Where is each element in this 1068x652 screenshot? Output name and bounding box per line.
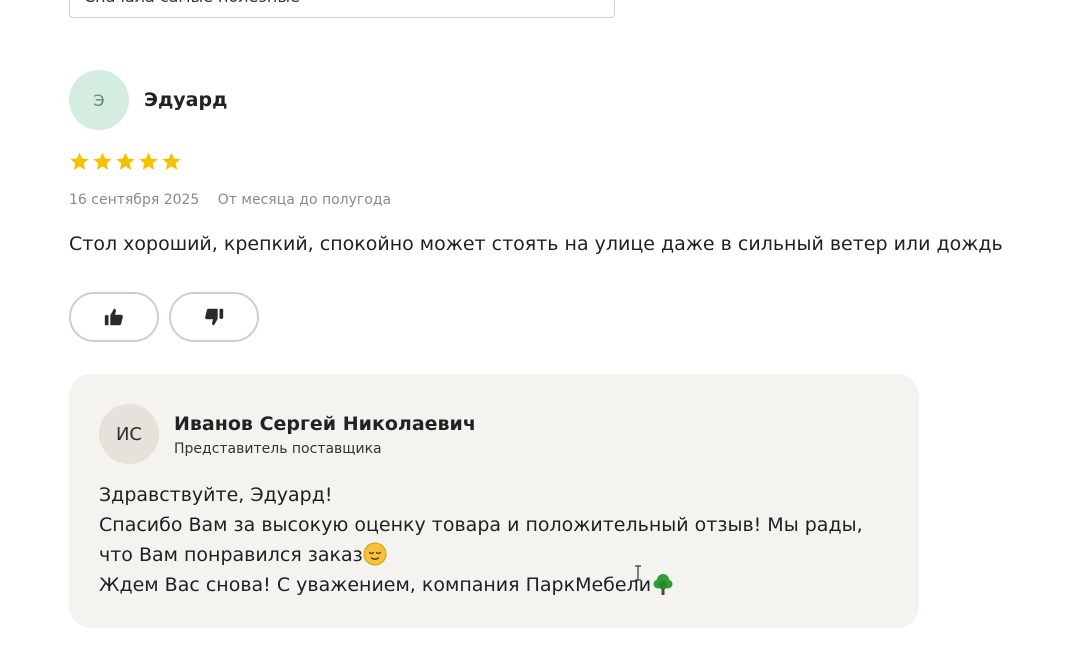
reviewer-avatar: Э (69, 70, 129, 130)
supplier-role: Представитель поставщика (174, 441, 382, 457)
tree-icon (653, 574, 673, 595)
review-page: Сначала самые полезные Э Эдуард 16 сентя… (0, 0, 1068, 652)
dislike-button[interactable] (169, 292, 259, 342)
reply-line-2: Спасибо Вам за высокую оценку товара и п… (99, 514, 863, 536)
usage-period: От месяца до полугода (217, 192, 392, 208)
like-button[interactable] (69, 292, 159, 342)
reply-line-1: Здравствуйте, Эдуард! (99, 484, 333, 506)
text-cursor-icon (635, 565, 641, 581)
star-icon (116, 152, 135, 170)
reply-line-3: что Вам понравился заказ (99, 540, 889, 570)
star-icon (162, 152, 181, 170)
review-date: 16 сентября 2025 (69, 192, 200, 208)
thumbs-down-icon (205, 308, 224, 326)
relieved-face-icon (363, 542, 387, 566)
supplier-reply: ИС Иванов Сергей Николаевич Представител… (69, 374, 919, 628)
star-icon (93, 152, 112, 170)
star-icon (70, 152, 89, 170)
star-icon (139, 152, 158, 170)
review-text: Стол хороший, крепкий, спокойно может ст… (69, 233, 1003, 255)
thumbs-up-icon (104, 308, 123, 326)
rating-stars (69, 151, 182, 172)
reply-line-4: Ждем Вас снова! С уважением, компания Па… (99, 570, 889, 600)
reply-text: Здравствуйте, Эдуард! Спасибо Вам за выс… (99, 480, 889, 600)
review-meta: 16 сентября 2025 От месяца до полугода (69, 192, 391, 208)
sort-select[interactable]: Сначала самые полезные (69, 0, 615, 18)
supplier-name: Иванов Сергей Николаевич (174, 413, 476, 435)
supplier-avatar: ИС (99, 404, 159, 464)
reviewer-name: Эдуард (144, 89, 228, 111)
